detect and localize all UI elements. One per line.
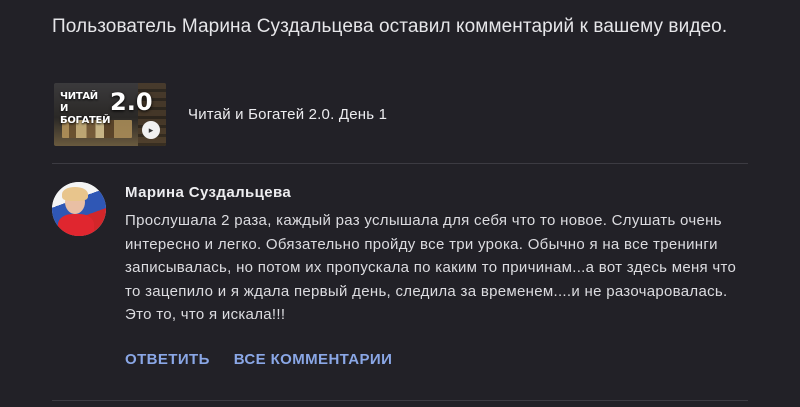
comment-actions: ОТВЕТИТЬ ВСЕ КОММЕНТАРИИ [125, 351, 392, 368]
video-thumbnail[interactable]: ЧИТАЙ И БОГАТЕЙ 2.0 ▸ [54, 82, 166, 146]
video-item[interactable]: ЧИТАЙ И БОГАТЕЙ 2.0 ▸ Читай и Богатей 2.… [54, 82, 387, 146]
channel-logo-icon: ▸ [142, 120, 160, 139]
comment-text: Прослушала 2 раза, каждый раз услышала д… [125, 212, 737, 323]
avatar-shirt [58, 214, 94, 236]
video-title[interactable]: Читай и Богатей 2.0. День 1 [188, 106, 387, 123]
thumbnail-title-text: ЧИТАЙ И БОГАТЕЙ [60, 90, 111, 126]
thumbnail-version-text: 2.0 [110, 87, 153, 116]
notification-page: Пользователь Марина Суздальцева оставил … [0, 0, 800, 407]
avatar-hair [62, 187, 88, 201]
avatar[interactable] [52, 182, 106, 236]
divider-bottom [52, 400, 748, 401]
comment-author[interactable]: Марина Суздальцева [125, 184, 291, 201]
reply-button[interactable]: ОТВЕТИТЬ [125, 351, 210, 368]
notification-headline: Пользователь Марина Суздальцева оставил … [52, 16, 728, 37]
all-comments-button[interactable]: ВСЕ КОММЕНТАРИИ [234, 351, 393, 368]
divider-top [52, 163, 748, 164]
